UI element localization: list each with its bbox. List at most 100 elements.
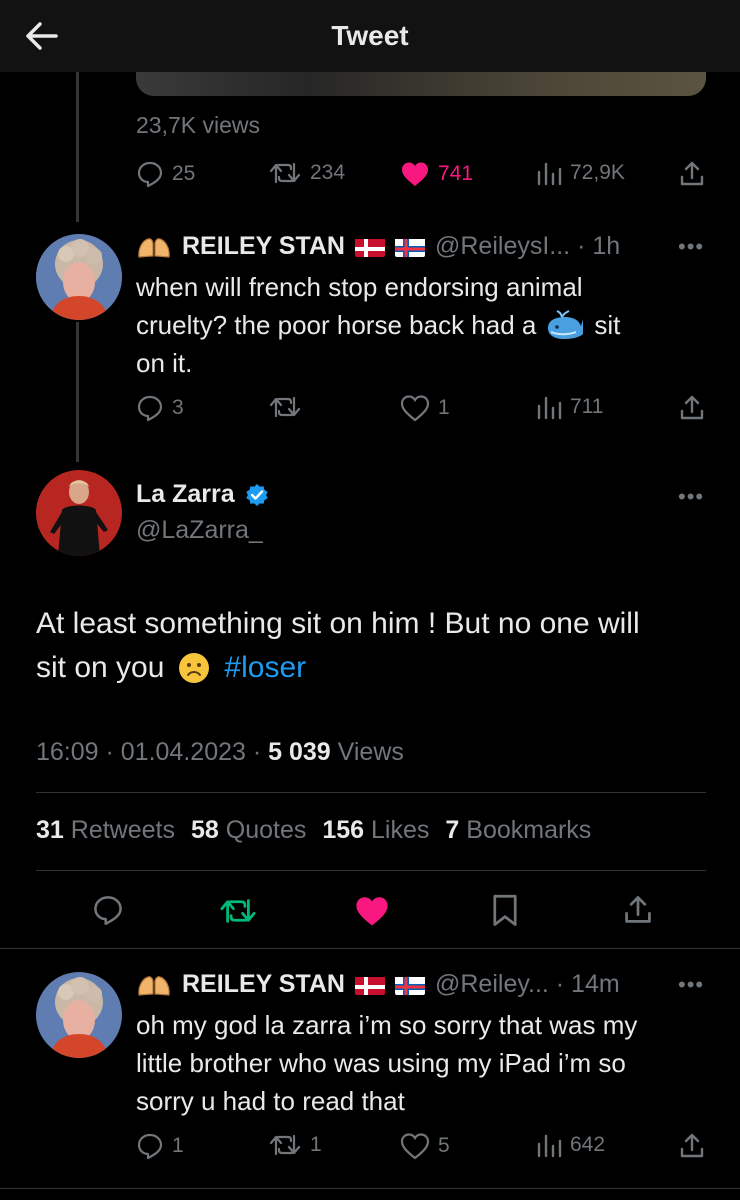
bookmarks-stat[interactable]: 7 Bookmarks <box>445 816 591 845</box>
main-header: La Zarra <box>136 480 269 509</box>
main-timestamp[interactable]: 16:09 · 01.04.2023 · <box>36 738 268 766</box>
faroe-islands-flag-icon <box>395 237 425 257</box>
denmark-flag-icon <box>355 237 385 257</box>
parent-views-text: 23,7K views <box>136 112 261 138</box>
reply2-avatar[interactable] <box>36 972 122 1058</box>
reply2-like-button[interactable]: 5 <box>400 1132 450 1160</box>
main-share-button[interactable] <box>622 894 654 931</box>
main-meta: 16:09 · 01.04.2023 · 5 039 Views <box>36 738 404 767</box>
reply2-reply-count: 1 <box>172 1134 184 1157</box>
heart-icon <box>400 395 430 422</box>
page-title: Tweet <box>331 20 409 51</box>
bookmark-icon <box>493 894 517 926</box>
reply2-text-line: oh my god la zarra i’m so sorry that was… <box>136 1010 638 1040</box>
main-like-button[interactable] <box>354 894 390 933</box>
slightly-frowning-face-icon <box>179 653 210 683</box>
main-retweet-button[interactable] <box>218 896 258 931</box>
reply1-text-line: when will french stop endorsing animal <box>136 272 583 302</box>
reply-icon <box>94 896 122 925</box>
hashtag-link[interactable]: #loser <box>224 646 306 690</box>
reply1-share-button[interactable] <box>678 394 706 422</box>
main-handle[interactable]: @LaZarra_ <box>136 516 263 545</box>
share-icon <box>625 896 651 923</box>
share-icon <box>680 161 704 186</box>
reply2-display-name[interactable]: REILEY STAN <box>182 970 345 999</box>
retweets-stat[interactable]: 31 Retweets <box>36 816 175 845</box>
main-text-line: sit on you <box>36 651 165 684</box>
likes-stat[interactable]: 156 Likes <box>322 816 429 845</box>
reply1-text-line: sit <box>594 310 621 340</box>
retweet-icon-active <box>220 899 256 923</box>
reply1-like-button[interactable]: 1 <box>400 394 450 422</box>
main-view-count: 5 039 <box>268 738 331 766</box>
reply1-text-line: cruelty? the poor horse back had a <box>136 310 537 340</box>
main-more-icon[interactable]: ••• <box>678 484 704 510</box>
parent-retweet-count: 234 <box>310 161 346 184</box>
share-icon <box>680 1133 704 1158</box>
retweet-icon <box>269 162 301 184</box>
main-engagement-counts: 31 Retweets 58 Quotes 156 Likes 7 Bookma… <box>36 816 591 845</box>
heart-filled-icon <box>402 162 428 186</box>
main-reply-button[interactable] <box>92 894 124 931</box>
reply2-text-line: sorry u had to read that <box>136 1086 405 1116</box>
divider <box>36 870 706 871</box>
reply1-retweet-button[interactable] <box>268 394 302 420</box>
reply2-header: REILEY STAN @Reiley... · 14m <box>136 970 620 999</box>
main-display-name[interactable]: La Zarra <box>136 480 235 509</box>
reply2-like-count: 5 <box>438 1134 450 1157</box>
parent-views-count: 72,9K <box>570 161 625 184</box>
reply2-text: oh my god la zarra i’m so sorry that was… <box>136 1006 716 1120</box>
reply1-reply-count: 3 <box>172 396 184 419</box>
reply1-views-button[interactable]: 711 <box>536 394 603 420</box>
reply1-more-icon[interactable]: ••• <box>678 234 704 260</box>
reply2-retweet-button[interactable]: 1 <box>268 1132 322 1158</box>
reply1-like-count: 1 <box>438 396 450 419</box>
parent-reply-count: 25 <box>172 162 196 185</box>
reply2-share-button[interactable] <box>678 1132 706 1160</box>
reply1-display-name[interactable]: REILEY STAN <box>182 232 345 261</box>
reply1-handle-time[interactable]: @ReileysI... · 1h <box>435 232 620 261</box>
thread-line <box>76 72 79 222</box>
reply1-reply-button[interactable]: 3 <box>136 394 184 422</box>
retweet-icon <box>269 1134 301 1156</box>
top-bar: Tweet <box>0 0 740 72</box>
reply2-views-count: 642 <box>570 1133 606 1156</box>
reply2-views-button[interactable]: 642 <box>536 1132 605 1158</box>
reply1-avatar[interactable] <box>36 234 122 320</box>
reply2-text-line: little brother who was using my iPad i’m… <box>136 1048 626 1078</box>
main-avatar[interactable] <box>36 470 122 556</box>
heart-hands-icon <box>138 975 170 996</box>
reply1-views-count: 711 <box>570 395 604 418</box>
divider <box>0 1188 740 1189</box>
denmark-flag-icon <box>355 975 385 995</box>
reply1-text: when will french stop endorsing animal c… <box>136 268 696 382</box>
reply1-header: REILEY STAN @ReileysI... · 1h <box>136 232 620 261</box>
reply2-retweet-count: 1 <box>310 1133 322 1156</box>
reply2-handle-time[interactable]: @Reiley... · 14m <box>435 970 620 999</box>
analytics-icon <box>537 162 562 186</box>
reply-icon <box>137 161 163 188</box>
analytics-icon <box>537 396 562 420</box>
reply1-text-line: on it. <box>136 348 193 378</box>
main-bookmark-button[interactable] <box>490 894 520 933</box>
faroe-islands-flag-icon <box>395 975 425 995</box>
thread-line <box>76 322 79 462</box>
reply2-more-icon[interactable]: ••• <box>678 972 704 998</box>
reply-icon <box>137 1133 163 1160</box>
divider <box>0 948 740 949</box>
whale-emoji-icon <box>548 310 584 339</box>
share-icon <box>680 395 704 420</box>
divider <box>36 792 706 793</box>
reply-icon <box>137 395 163 422</box>
parent-views-button[interactable]: 72,9K <box>536 160 625 186</box>
main-tweet-text: At least something sit on him ! But no o… <box>36 602 716 690</box>
parent-share-button[interactable] <box>678 160 706 188</box>
main-text-line: At least something sit on him ! But no o… <box>36 607 640 640</box>
quotes-stat[interactable]: 58 Quotes <box>191 816 306 845</box>
verified-badge-icon <box>245 483 268 506</box>
parent-retweet-button[interactable]: 234 <box>268 160 345 186</box>
heart-icon <box>400 1133 430 1160</box>
parent-like-button[interactable]: 741 <box>400 160 473 188</box>
reply2-reply-button[interactable]: 1 <box>136 1132 184 1160</box>
parent-reply-button[interactable]: 25 <box>136 160 195 188</box>
